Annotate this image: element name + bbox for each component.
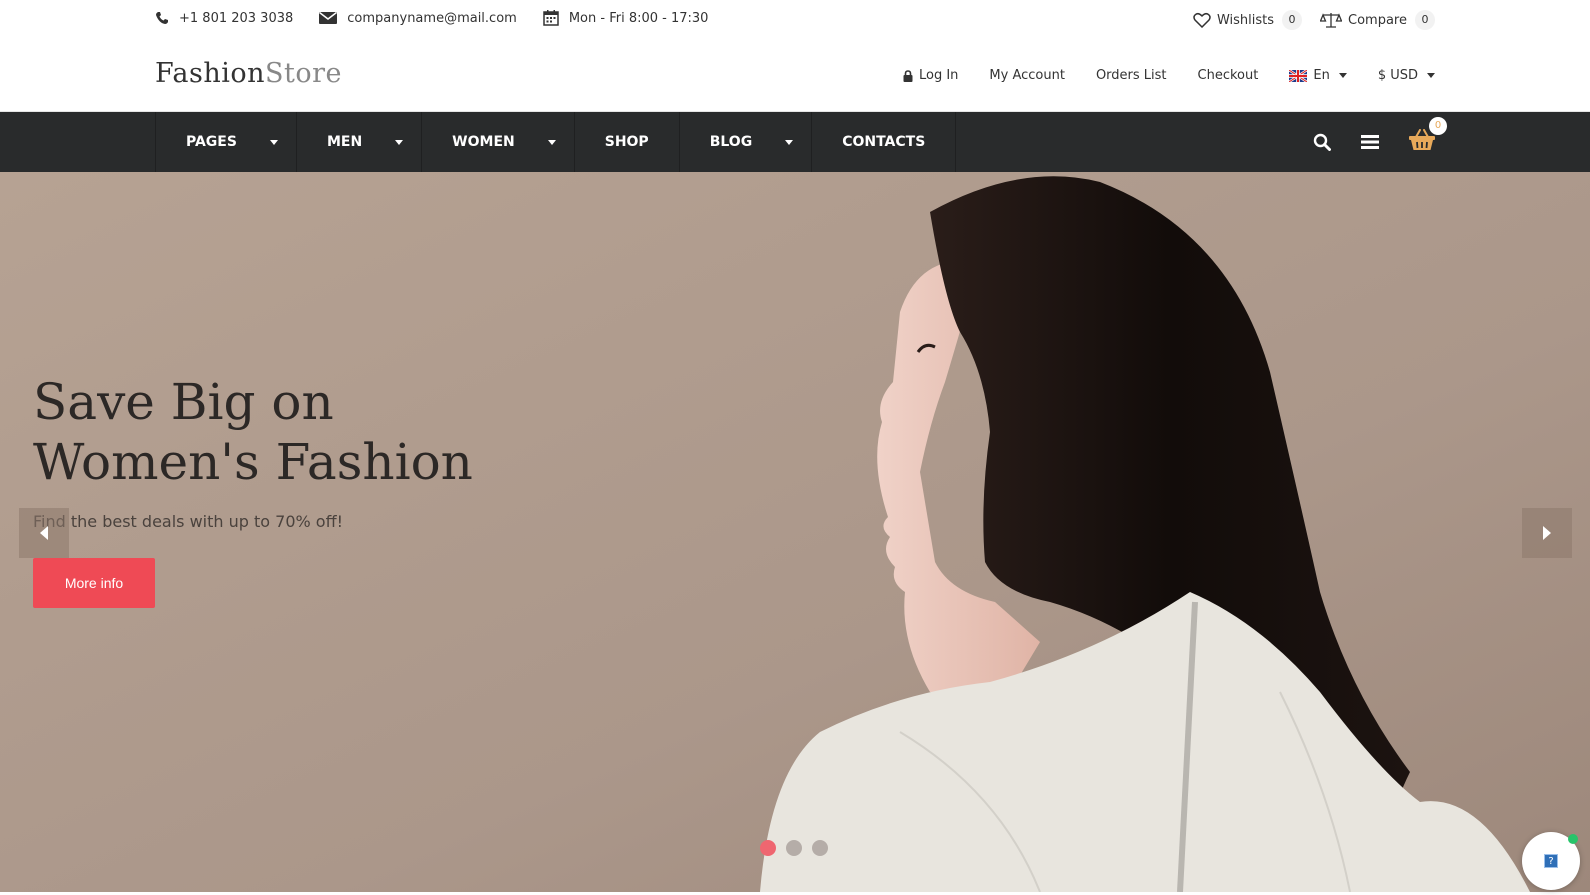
chevron-down-icon [1427,73,1435,78]
main-menu: PAGES MEN WOMEN SHOP BLOG CONTACTS [155,112,957,172]
nav-item-label: WOMEN [452,134,515,150]
help-chat-widget[interactable]: ? [1522,832,1580,890]
nav-item-pages[interactable]: PAGES [156,112,297,172]
main-navbar: PAGES MEN WOMEN SHOP BLOG CONTACTS 0 [0,112,1590,172]
login-label: Log In [918,68,959,83]
caret-left-icon [40,526,48,540]
contact-info: +1 801 203 3038 companyname@mail.com Mon… [155,10,734,26]
language-label: En [1313,68,1330,83]
hero-title: Save Big on Women's Fashion [33,373,473,491]
logo-text-store: Store [265,58,343,89]
slider-dot-3[interactable] [812,840,828,856]
hours-info: Mon - Fri 8:00 - 17:30 [543,10,709,26]
slider-dot-1[interactable] [760,840,776,856]
hero-slider: Save Big on Women's Fashion Find the bes… [0,172,1590,892]
language-selector[interactable]: En [1289,68,1347,83]
business-hours: Mon - Fri 8:00 - 17:30 [568,10,709,26]
phone-info: +1 801 203 3038 [155,10,293,26]
orders-list-link[interactable]: Orders List [1096,68,1167,83]
heart-icon [1193,12,1211,28]
slider-prev-button[interactable] [19,508,69,558]
nav-item-label: PAGES [186,134,237,150]
chevron-down-icon [547,139,556,145]
wishlists-link[interactable]: Wishlists 0 [1193,10,1303,30]
envelope-icon [319,11,338,24]
site-logo[interactable]: FashionStore [155,58,342,89]
uk-flag-icon [1289,69,1308,82]
scale-icon [1320,13,1343,28]
wishlists-label: Wishlists [1216,12,1275,28]
login-link[interactable]: Log In [903,68,958,83]
phone-number[interactable]: +1 801 203 3038 [179,11,293,26]
nav-item-label: CONTACTS [842,134,926,150]
slider-pagination [760,840,838,856]
currency-selector[interactable]: $ USD [1378,68,1435,83]
currency-label: $ USD [1377,68,1418,83]
hero-image [0,172,1590,892]
chevron-down-icon [269,139,278,145]
email-info: companyname@mail.com [319,10,517,26]
search-icon[interactable] [1313,133,1331,151]
chevron-down-icon [785,139,794,145]
top-bar: +1 801 203 3038 companyname@mail.com Mon… [0,0,1590,40]
more-info-button[interactable]: More info [33,558,155,608]
slider-next-button[interactable] [1522,508,1572,558]
hamburger-menu-icon[interactable] [1361,134,1379,150]
help-question-icon: ? [1544,854,1558,868]
calendar-icon [543,10,559,26]
my-account-link[interactable]: My Account [989,68,1065,83]
account-nav: Log In My Account Orders List Checkout E… [872,68,1435,83]
checkout-link[interactable]: Checkout [1198,68,1259,83]
nav-item-women[interactable]: WOMEN [422,112,575,172]
slider-dot-2[interactable] [786,840,802,856]
nav-item-label: MEN [326,134,363,150]
lock-icon [903,69,913,82]
nav-item-contacts[interactable]: CONTACTS [812,112,957,172]
nav-item-label: SHOP [604,134,649,150]
cart-count-badge: 0 [1429,117,1447,135]
compare-count: 0 [1415,10,1435,30]
compare-label: Compare [1348,12,1407,28]
navbar-tools: 0 [1283,112,1447,172]
cart-button[interactable]: 0 [1409,117,1447,155]
nav-item-shop[interactable]: SHOP [575,112,680,172]
user-lists: Wishlists 0 Compare 0 [1175,10,1435,30]
online-status-dot [1568,834,1578,844]
site-header: FashionStore Log In My Account Orders Li… [0,40,1590,112]
nav-item-label: BLOG [709,134,753,150]
hero-subtitle: Find the best deals with up to 70% off! [33,512,344,531]
caret-right-icon [1543,526,1551,540]
chevron-down-icon [1338,73,1347,78]
nav-item-blog[interactable]: BLOG [680,112,813,172]
compare-link[interactable]: Compare 0 [1320,10,1435,30]
nav-item-men[interactable]: MEN [297,112,423,172]
chevron-down-icon [395,139,404,145]
wishlists-count: 0 [1282,10,1303,30]
phone-icon [156,12,168,24]
email-address[interactable]: companyname@mail.com [347,11,517,26]
logo-text-fashion: Fashion [155,58,266,89]
